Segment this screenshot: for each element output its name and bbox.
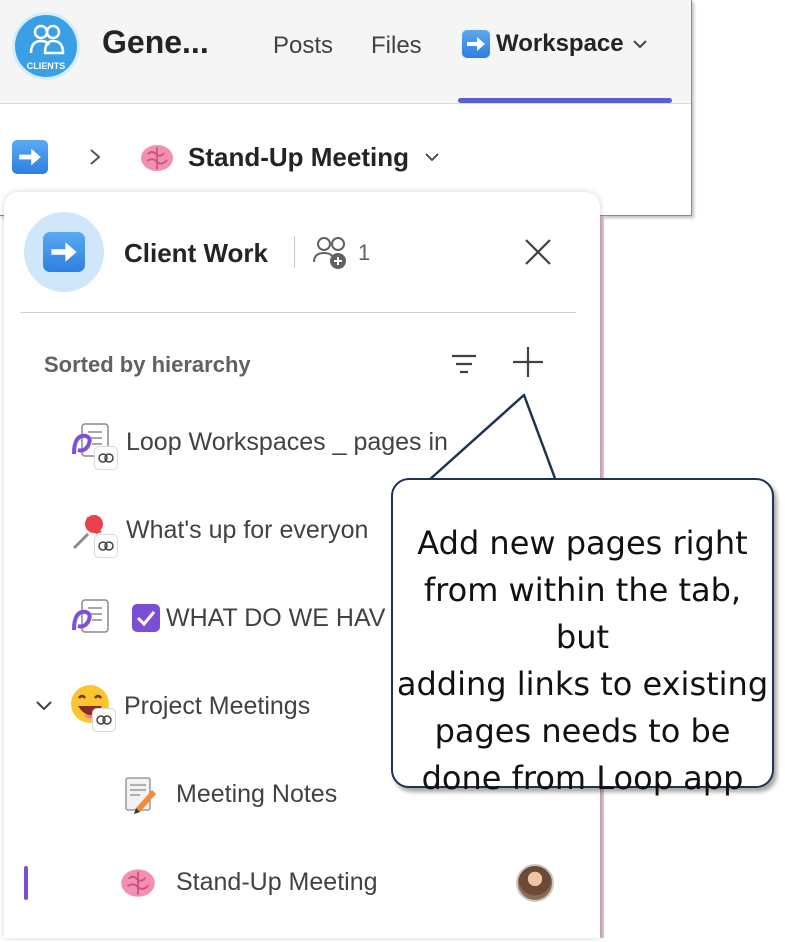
breadcrumb: Stand-Up Meeting <box>12 137 441 177</box>
callout-line: done from Loop app <box>421 759 744 797</box>
add-page-icon[interactable] <box>508 342 548 382</box>
tab-workspace[interactable]: Workspace <box>462 30 650 58</box>
tree-item-label: WHAT DO WE HAV <box>166 604 386 632</box>
filter-icon[interactable] <box>446 348 482 380</box>
tree-item-stand-up-meeting[interactable]: Stand-Up Meeting <box>4 854 600 914</box>
link-icon <box>94 446 118 470</box>
tree-item-loop-workspaces[interactable]: Loop Workspaces _ pages in <box>4 414 600 474</box>
link-icon <box>94 534 118 558</box>
chevron-right-icon <box>90 149 101 165</box>
right-arrow-icon <box>462 30 490 58</box>
chevron-down-icon[interactable] <box>423 148 441 166</box>
team-avatar-label: CLIENTS <box>26 61 66 71</box>
callout-line: adding links to existing <box>396 665 769 703</box>
team-avatar[interactable]: CLIENTS <box>12 12 80 80</box>
tree-item-label: Meeting Notes <box>176 780 338 808</box>
brain-icon <box>141 145 173 171</box>
chevron-down-icon[interactable] <box>34 698 54 714</box>
tree-item-label: Loop Workspaces _ pages in <box>126 428 448 456</box>
brain-icon <box>118 862 166 910</box>
chevron-down-icon <box>632 40 647 49</box>
sort-label: Sorted by hierarchy <box>44 352 251 377</box>
callout-line: from within the tab, but <box>423 571 742 656</box>
checkbox-emoji-icon <box>132 604 160 632</box>
pushpin-icon <box>68 508 118 558</box>
teams-channel-window: CLIENTS Gene... Posts Files Workspace St… <box>0 0 692 216</box>
grinning-face-icon <box>66 682 116 732</box>
member-count: 1 <box>358 240 371 265</box>
tab-files[interactable]: Files <box>371 32 422 60</box>
loop-page-icon <box>68 596 116 644</box>
people-icon <box>29 24 65 55</box>
callout-box: Add new pages right from within the tab,… <box>391 478 774 797</box>
tab-workspace-label: Workspace <box>496 30 624 57</box>
tree-item-label: What's up for everyon <box>126 516 369 544</box>
header-divider <box>294 236 295 268</box>
page-title[interactable]: Stand-Up Meeting <box>188 142 409 173</box>
workspace-arrow-icon[interactable] <box>12 140 48 174</box>
close-icon[interactable] <box>522 236 554 268</box>
panel-divider <box>20 312 576 313</box>
avatar[interactable] <box>516 864 554 902</box>
loop-page-icon <box>68 420 118 470</box>
link-icon <box>92 708 116 732</box>
team-name[interactable]: Gene... <box>102 24 209 61</box>
channel-header: CLIENTS Gene... Posts Files Workspace <box>0 0 691 104</box>
active-tab-underline <box>458 98 672 103</box>
members-button[interactable]: 1 <box>312 234 370 272</box>
callout-line: Add new pages right <box>417 524 748 562</box>
workspace-icon <box>24 212 104 292</box>
callout-text: Add new pages right from within the tab,… <box>393 520 772 802</box>
tree-item-label: Project Meetings <box>124 692 311 720</box>
members-icon <box>313 237 346 269</box>
tree-item-label: Stand-Up Meeting <box>176 868 378 896</box>
workspace-title[interactable]: Client Work <box>124 238 268 269</box>
callout-line: pages needs to be <box>434 712 731 750</box>
memo-icon <box>118 774 166 822</box>
tab-posts[interactable]: Posts <box>273 32 333 60</box>
